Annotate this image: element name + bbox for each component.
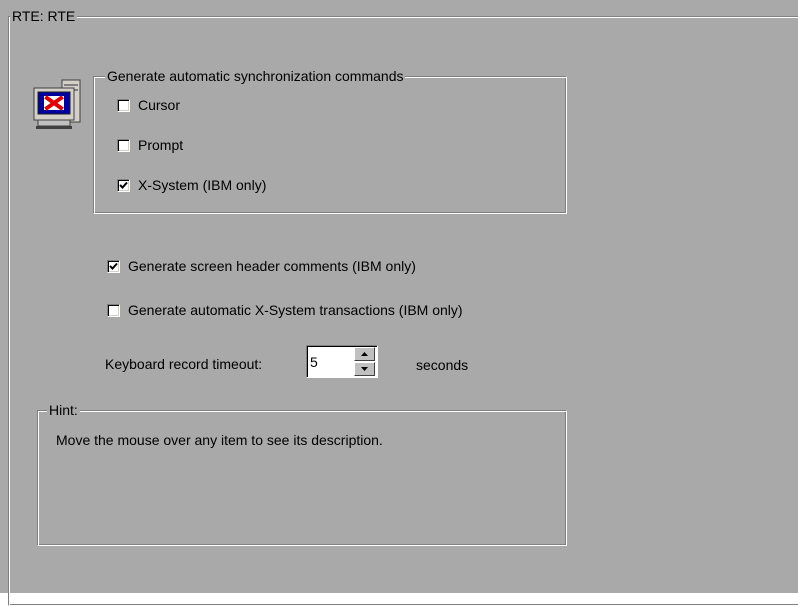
rte-settings-panel: RTE: RTE Generate automatic synchronizat… xyxy=(0,0,798,606)
rte-group-title: RTE: RTE xyxy=(10,8,78,24)
xsystem-transactions-checkbox[interactable] xyxy=(107,303,120,317)
checkmark-icon xyxy=(119,181,128,189)
screen-header-checkbox[interactable] xyxy=(107,259,120,273)
keyboard-timeout-spinner[interactable] xyxy=(306,345,378,378)
sync-option-xsystem[interactable]: X-System (IBM only) xyxy=(117,177,266,193)
keyboard-timeout-unit: seconds xyxy=(416,357,469,373)
sync-option-cursor[interactable]: Cursor xyxy=(117,97,180,113)
prompt-label: Prompt xyxy=(138,137,184,153)
sync-option-prompt[interactable]: Prompt xyxy=(117,137,183,153)
option-screen-header-comments[interactable]: Generate screen header comments (IBM onl… xyxy=(107,258,416,274)
keyboard-timeout-label: Keyboard record timeout: xyxy=(105,356,263,372)
terminal-x-icon xyxy=(32,78,84,130)
cursor-label: Cursor xyxy=(138,97,181,113)
hint-text: Move the mouse over any item to see its … xyxy=(56,432,383,448)
screen-header-label: Generate screen header comments (IBM onl… xyxy=(128,258,416,274)
keyboard-timeout-input[interactable] xyxy=(310,353,350,371)
xsystem-checkbox[interactable] xyxy=(117,178,130,192)
cursor-checkbox[interactable] xyxy=(117,98,130,112)
arrow-down-icon xyxy=(361,367,368,371)
spin-up-button[interactable] xyxy=(354,347,375,361)
xsystem-transactions-label: Generate automatic X-System transactions… xyxy=(128,302,463,318)
xsystem-label: X-System (IBM only) xyxy=(138,177,267,193)
option-xsystem-transactions[interactable]: Generate automatic X-System transactions… xyxy=(107,302,463,318)
sync-commands-group-title: Generate automatic synchronization comma… xyxy=(105,68,406,84)
hint-group-title: Hint: xyxy=(47,402,80,418)
prompt-checkbox[interactable] xyxy=(117,138,130,152)
arrow-up-icon xyxy=(361,352,368,356)
spin-down-button[interactable] xyxy=(354,362,375,376)
hint-group-frame xyxy=(37,410,567,546)
checkmark-icon xyxy=(109,262,118,270)
